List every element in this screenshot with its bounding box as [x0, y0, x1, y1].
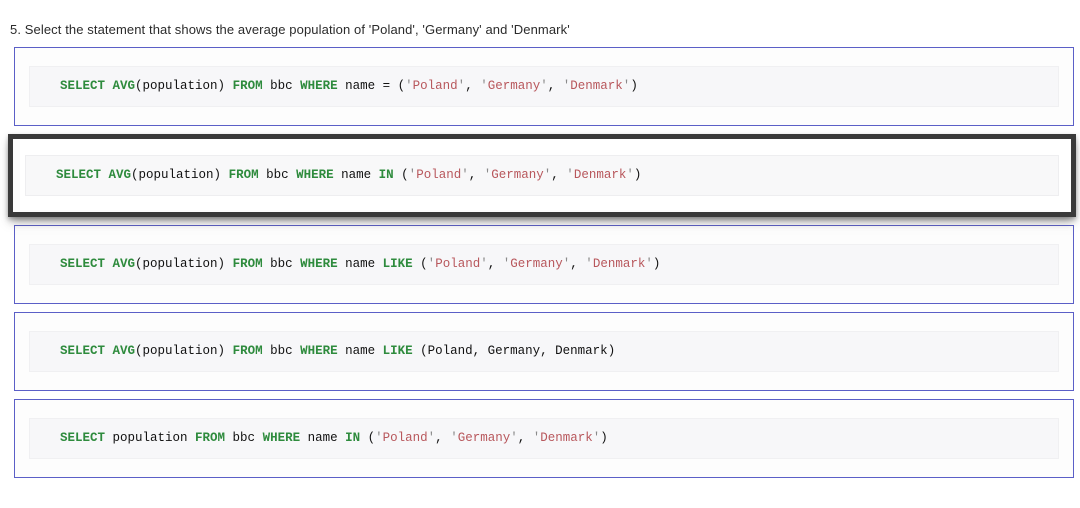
sql-code-block: SELECT AVG(population) FROM bbc WHERE na…: [29, 331, 1059, 372]
sql-token-str: Germany: [457, 431, 511, 445]
sql-token-quote: ': [405, 79, 413, 93]
sql-token-kw: AVG: [112, 257, 136, 271]
sql-token-plain: name: [337, 344, 383, 358]
answer-option[interactable]: SELECT AVG(population) FROM bbc WHERE na…: [14, 47, 1074, 126]
sql-code-block: SELECT AVG(population) FROM bbc WHERE na…: [25, 155, 1059, 196]
sql-token-kw: LIKE: [382, 344, 413, 358]
sql-token-plain: name: [333, 168, 379, 182]
sql-token-kw: SELECT: [60, 257, 106, 271]
sql-token-kw: AVG: [112, 344, 136, 358]
sql-token-kw: IN: [345, 431, 361, 445]
answer-option[interactable]: SELECT AVG(population) FROM bbc WHERE na…: [14, 225, 1074, 304]
sql-token-plain: name = (: [337, 79, 406, 93]
sql-token-plain: ,: [551, 168, 567, 182]
sql-token-plain: (Poland, Germany, Denmark): [412, 344, 616, 358]
sql-token-plain: [105, 79, 113, 93]
sql-token-plain: bbc: [262, 344, 301, 358]
sql-token-plain: bbc: [262, 79, 301, 93]
sql-token-str: Poland: [416, 168, 462, 182]
sql-token-plain: [105, 344, 113, 358]
sql-token-plain: (population): [131, 168, 229, 182]
sql-token-plain: name: [337, 257, 383, 271]
sql-token-quote: ': [510, 431, 518, 445]
sql-token-quote: ': [375, 431, 383, 445]
sql-token-str: Denmark: [573, 168, 627, 182]
sql-token-plain: bbc: [258, 168, 297, 182]
sql-token-plain: (: [393, 168, 409, 182]
answer-option[interactable]: SELECT AVG(population) FROM bbc WHERE na…: [8, 134, 1076, 217]
sql-token-str: Denmark: [592, 257, 646, 271]
sql-token-plain: bbc: [225, 431, 263, 445]
sql-token-quote: ': [450, 431, 458, 445]
sql-token-kw: SELECT: [60, 344, 106, 358]
sql-token-quote: ': [461, 168, 469, 182]
sql-token-plain: ,: [547, 79, 563, 93]
sql-token-plain: ): [652, 257, 661, 271]
sql-token-kw: AVG: [112, 79, 136, 93]
sql-token-str: Poland: [382, 431, 428, 445]
answer-options-list: SELECT AVG(population) FROM bbc WHERE na…: [0, 47, 1080, 486]
quiz-page: 5. Select the statement that shows the a…: [0, 0, 1080, 508]
sql-token-kw: FROM: [232, 344, 263, 358]
sql-token-kw: FROM: [232, 257, 263, 271]
sql-token-kw: SELECT: [60, 431, 106, 445]
sql-token-str: Poland: [435, 257, 481, 271]
sql-token-str: Denmark: [540, 431, 593, 445]
sql-token-quote: ': [626, 168, 634, 182]
sql-token-quote: ': [585, 257, 593, 271]
sql-token-plain: [105, 257, 113, 271]
sql-token-kw: WHERE: [300, 344, 338, 358]
sql-code-block: SELECT AVG(population) FROM bbc WHERE na…: [29, 244, 1059, 285]
sql-token-kw: IN: [378, 168, 394, 182]
sql-token-kw: WHERE: [300, 79, 338, 93]
sql-code-block: SELECT AVG(population) FROM bbc WHERE na…: [29, 66, 1059, 107]
question-text: 5. Select the statement that shows the a…: [10, 22, 570, 37]
answer-option[interactable]: SELECT AVG(population) FROM bbc WHERE na…: [14, 312, 1074, 391]
sql-token-plain: ,: [570, 257, 586, 271]
sql-token-quote: ': [566, 168, 574, 182]
answer-option[interactable]: SELECT population FROM bbc WHERE name IN…: [14, 399, 1074, 478]
sql-token-plain: ): [630, 79, 638, 93]
sql-token-kw: FROM: [195, 431, 226, 445]
sql-token-str: Germany: [510, 257, 563, 271]
sql-token-plain: (: [412, 257, 428, 271]
sql-token-quote: ': [480, 79, 488, 93]
sql-token-plain: name: [300, 431, 346, 445]
sql-token-plain: (population): [135, 344, 233, 358]
sql-token-kw: LIKE: [382, 257, 413, 271]
sql-token-str: Germany: [487, 79, 541, 93]
sql-token-plain: ,: [517, 431, 533, 445]
sql-token-str: Germany: [491, 168, 544, 182]
sql-token-quote: ': [480, 257, 488, 271]
sql-token-kw: FROM: [228, 168, 259, 182]
sql-token-kw: FROM: [232, 79, 263, 93]
sql-token-plain: ,: [465, 79, 481, 93]
sql-token-plain: (population): [135, 257, 233, 271]
sql-token-plain: ,: [487, 257, 503, 271]
sql-token-quote: ': [540, 79, 548, 93]
sql-token-kw: WHERE: [296, 168, 334, 182]
sql-token-str: Poland: [412, 79, 458, 93]
sql-token-kw: SELECT: [60, 79, 106, 93]
sql-token-plain: ,: [468, 168, 484, 182]
sql-token-kw: WHERE: [262, 431, 301, 445]
sql-token-kw: WHERE: [300, 257, 338, 271]
sql-code-block: SELECT population FROM bbc WHERE name IN…: [29, 418, 1059, 459]
sql-token-plain: ,: [435, 431, 451, 445]
sql-token-quote: ': [645, 257, 653, 271]
sql-token-str: Denmark: [570, 79, 623, 93]
sql-token-plain: (population): [135, 79, 233, 93]
sql-token-plain: ): [600, 431, 608, 445]
sql-token-plain: (: [360, 431, 376, 445]
sql-token-plain: population: [105, 431, 196, 445]
sql-token-kw: SELECT: [56, 168, 102, 182]
sql-token-kw: AVG: [108, 168, 132, 182]
sql-token-plain: bbc: [262, 257, 301, 271]
sql-token-plain: ): [633, 168, 642, 182]
sql-token-plain: [101, 168, 109, 182]
